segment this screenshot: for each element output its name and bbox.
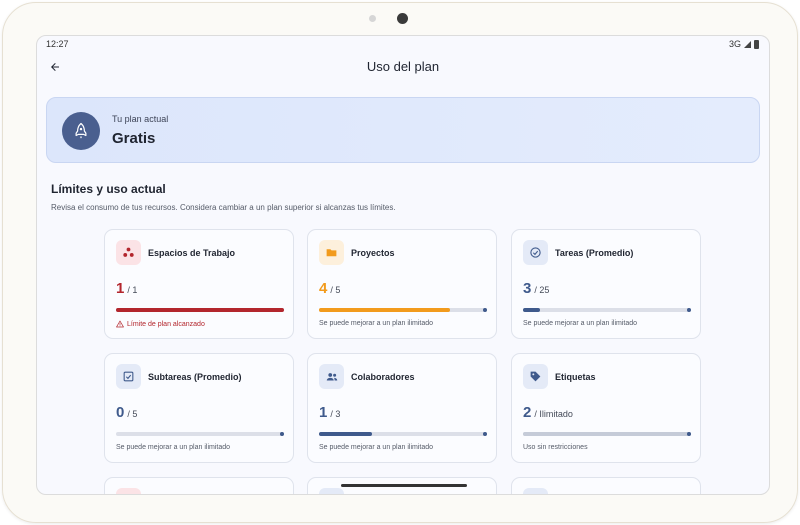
card-title: Tareas (Promedio) <box>555 248 634 258</box>
light-sensor <box>369 15 376 22</box>
progress-end-dot <box>483 432 487 436</box>
card-icon-placeholder <box>319 488 344 494</box>
signal-icon <box>744 40 751 48</box>
card-note: Se puede mejorar a un plan ilimitado <box>523 320 638 327</box>
usage-card-partial <box>511 477 701 494</box>
plan-label: Tu plan actual <box>112 114 169 124</box>
screen: 12:27 3G Uso del plan Tu plan actual Gra… <box>36 35 770 495</box>
card-note: Se puede mejorar a un plan ilimitado <box>116 444 231 451</box>
usage-progress-bar <box>523 308 691 312</box>
card-icon-placeholder <box>116 488 141 494</box>
folder-icon <box>319 240 344 265</box>
section-title: Límites y uso actual <box>51 182 166 196</box>
usage-limit: / 3 <box>330 409 341 419</box>
card-title: Espacios de Trabajo <box>148 248 236 258</box>
usage-card-subtasks: Subtareas (Promedio) 0 / 5 Se puede mejo… <box>104 353 294 463</box>
usage-readout: 1 / 3 <box>319 404 340 421</box>
card-title: Subtareas (Promedio) <box>148 372 242 382</box>
status-bar: 12:27 3G <box>37 36 769 54</box>
usage-readout: 1 / 1 <box>116 280 137 297</box>
usage-card-partial <box>104 477 294 494</box>
usage-progress-bar <box>319 308 487 312</box>
tag-icon <box>523 364 548 389</box>
progress-end-dot <box>687 308 691 312</box>
usage-limit: / 5 <box>330 285 341 295</box>
usage-readout: 4 / 5 <box>319 280 340 297</box>
usage-progress-bar <box>523 432 691 436</box>
section-description: Revisa el consumo de tus recursos. Consi… <box>51 203 396 212</box>
usage-progress-fill <box>523 432 691 436</box>
usage-progress-fill <box>319 432 372 436</box>
workspaces-icon <box>116 240 141 265</box>
rocket-icon <box>62 112 100 150</box>
status-icons: 3G <box>729 39 759 49</box>
usage-value: 3 <box>523 280 532 297</box>
usage-readout: 3 / 25 <box>523 280 549 297</box>
card-icon-placeholder <box>523 488 548 494</box>
card-title: Proyectos <box>351 248 395 258</box>
usage-progress-fill <box>523 308 540 312</box>
current-plan-card: Tu plan actual Gratis <box>46 97 760 163</box>
usage-limit: / Ilimitado <box>534 409 573 419</box>
page-title: Uso del plan <box>366 59 440 74</box>
checkbox-icon <box>116 364 141 389</box>
usage-progress-bar <box>319 432 487 436</box>
usage-value: 0 <box>116 404 125 421</box>
usage-value: 1 <box>319 404 328 421</box>
usage-progress-bar <box>116 308 284 312</box>
usage-limit: / 5 <box>127 409 138 419</box>
check-circle-icon <box>523 240 548 265</box>
home-indicator[interactable] <box>341 484 467 487</box>
usage-readout: 0 / 5 <box>116 404 137 421</box>
network-type: 3G <box>728 39 741 49</box>
plan-name: Gratis <box>112 130 156 147</box>
usage-value: 2 <box>523 404 532 421</box>
progress-end-dot <box>280 432 284 436</box>
usage-card-workspaces: Espacios de Trabajo 1 / 1 Límite de plan… <box>104 229 294 339</box>
battery-icon <box>754 39 759 49</box>
card-note: Se puede mejorar a un plan ilimitado <box>319 320 434 327</box>
app-bar: Uso del plan <box>37 54 769 80</box>
usage-card-collaborators: Colaboradores 1 / 3 Se puede mejorar a u… <box>307 353 497 463</box>
usage-readout: 2 / Ilimitado <box>523 404 573 421</box>
usage-progress-fill <box>319 308 450 312</box>
card-title: Etiquetas <box>555 372 596 382</box>
progress-end-dot <box>483 308 487 312</box>
card-note: Se puede mejorar a un plan ilimitado <box>319 444 434 451</box>
usage-card-projects: Proyectos 4 / 5 Se puede mejorar a un pl… <box>307 229 497 339</box>
progress-end-dot <box>687 432 691 436</box>
people-icon <box>319 364 344 389</box>
usage-progress-fill <box>116 308 284 312</box>
usage-progress-bar <box>116 432 284 436</box>
front-camera <box>397 13 408 24</box>
card-note-text: Límite de plan alcanzado <box>127 320 205 328</box>
usage-limit: / 25 <box>534 285 550 295</box>
usage-limit: / 1 <box>127 285 138 295</box>
usage-value: 4 <box>319 280 328 297</box>
card-note: Límite de plan alcanzado <box>116 320 205 328</box>
card-note: Uso sin restricciones <box>523 444 588 451</box>
card-title: Colaboradores <box>351 372 415 382</box>
usage-card-tasks: Tareas (Promedio) 3 / 25 Se puede mejora… <box>511 229 701 339</box>
usage-value: 1 <box>116 280 125 297</box>
warning-icon <box>116 320 124 328</box>
usage-card-tags: Etiquetas 2 / Ilimitado Uso sin restricc… <box>511 353 701 463</box>
tablet-frame: 12:27 3G Uso del plan Tu plan actual Gra… <box>2 2 798 523</box>
status-time: 12:27 <box>46 39 69 49</box>
